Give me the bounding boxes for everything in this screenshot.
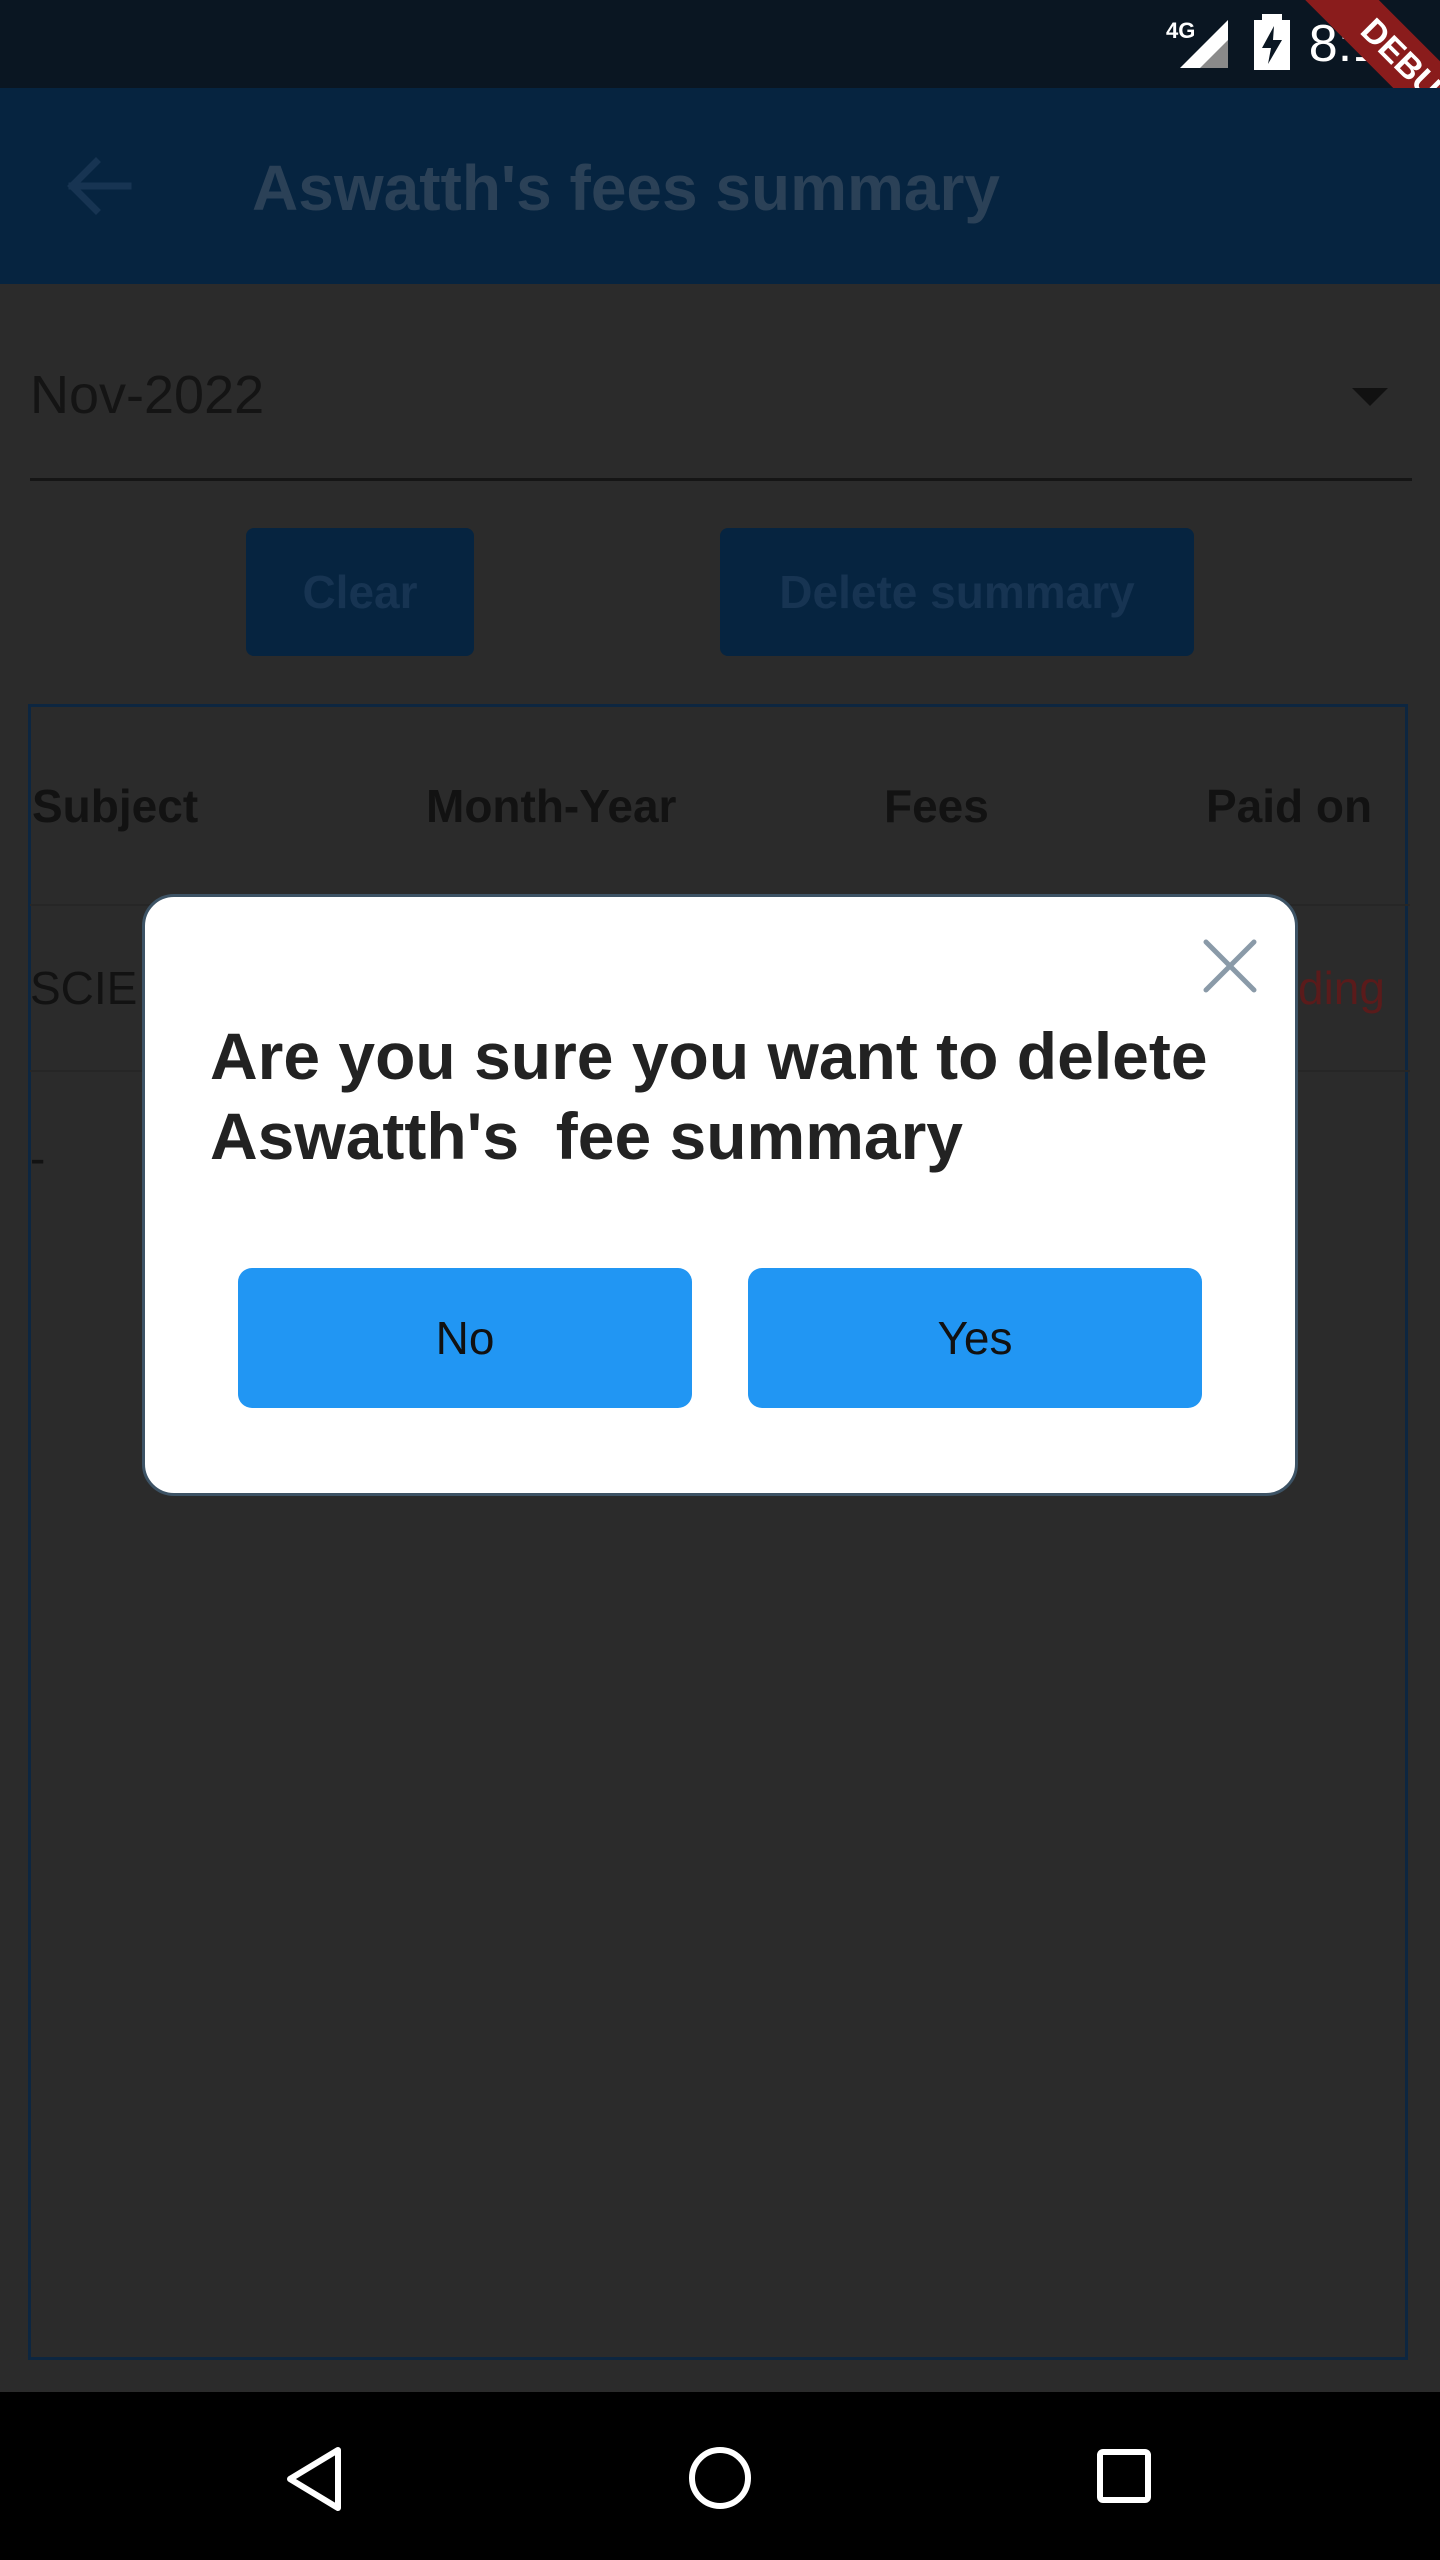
- page-title: Aswatth's fees summary: [252, 152, 1000, 224]
- dropdown-underline: [30, 478, 1412, 481]
- table-header-subject: Subject: [32, 780, 199, 832]
- table-header-paid-on: Paid on: [1206, 780, 1373, 832]
- month-dropdown-value[interactable]: Nov-2022: [30, 360, 264, 430]
- yes-button[interactable]: Yes: [748, 1268, 1202, 1408]
- table-cell-status: ding: [1298, 962, 1385, 1014]
- table-header-fees: Fees: [884, 780, 989, 832]
- delete-summary-button[interactable]: Delete summary: [720, 528, 1194, 656]
- dialog-message-line: Aswatth's fee summary: [210, 1099, 963, 1173]
- close-icon[interactable]: [1198, 934, 1262, 998]
- table-header-month-year: Month-Year: [426, 780, 677, 832]
- nav-back-icon[interactable]: [284, 2444, 344, 2514]
- dropdown-arrow-icon[interactable]: [1352, 388, 1388, 406]
- battery-charging-icon: [1254, 14, 1290, 70]
- table-cell-subject: -: [30, 1132, 46, 1184]
- nav-recents-icon[interactable]: [1096, 2448, 1152, 2504]
- back-arrow-icon[interactable]: [62, 150, 134, 222]
- dialog-message: Are you sure you want to delete Aswatth'…: [210, 1016, 1250, 1176]
- table-cell-subject: SCIE: [30, 962, 138, 1014]
- nav-home-icon[interactable]: [688, 2446, 752, 2510]
- signal-icon: [1180, 20, 1228, 68]
- no-button[interactable]: No: [238, 1268, 692, 1408]
- clear-button[interactable]: Clear: [246, 528, 474, 656]
- dialog-message-line: Are you sure you want to delete: [210, 1019, 1208, 1093]
